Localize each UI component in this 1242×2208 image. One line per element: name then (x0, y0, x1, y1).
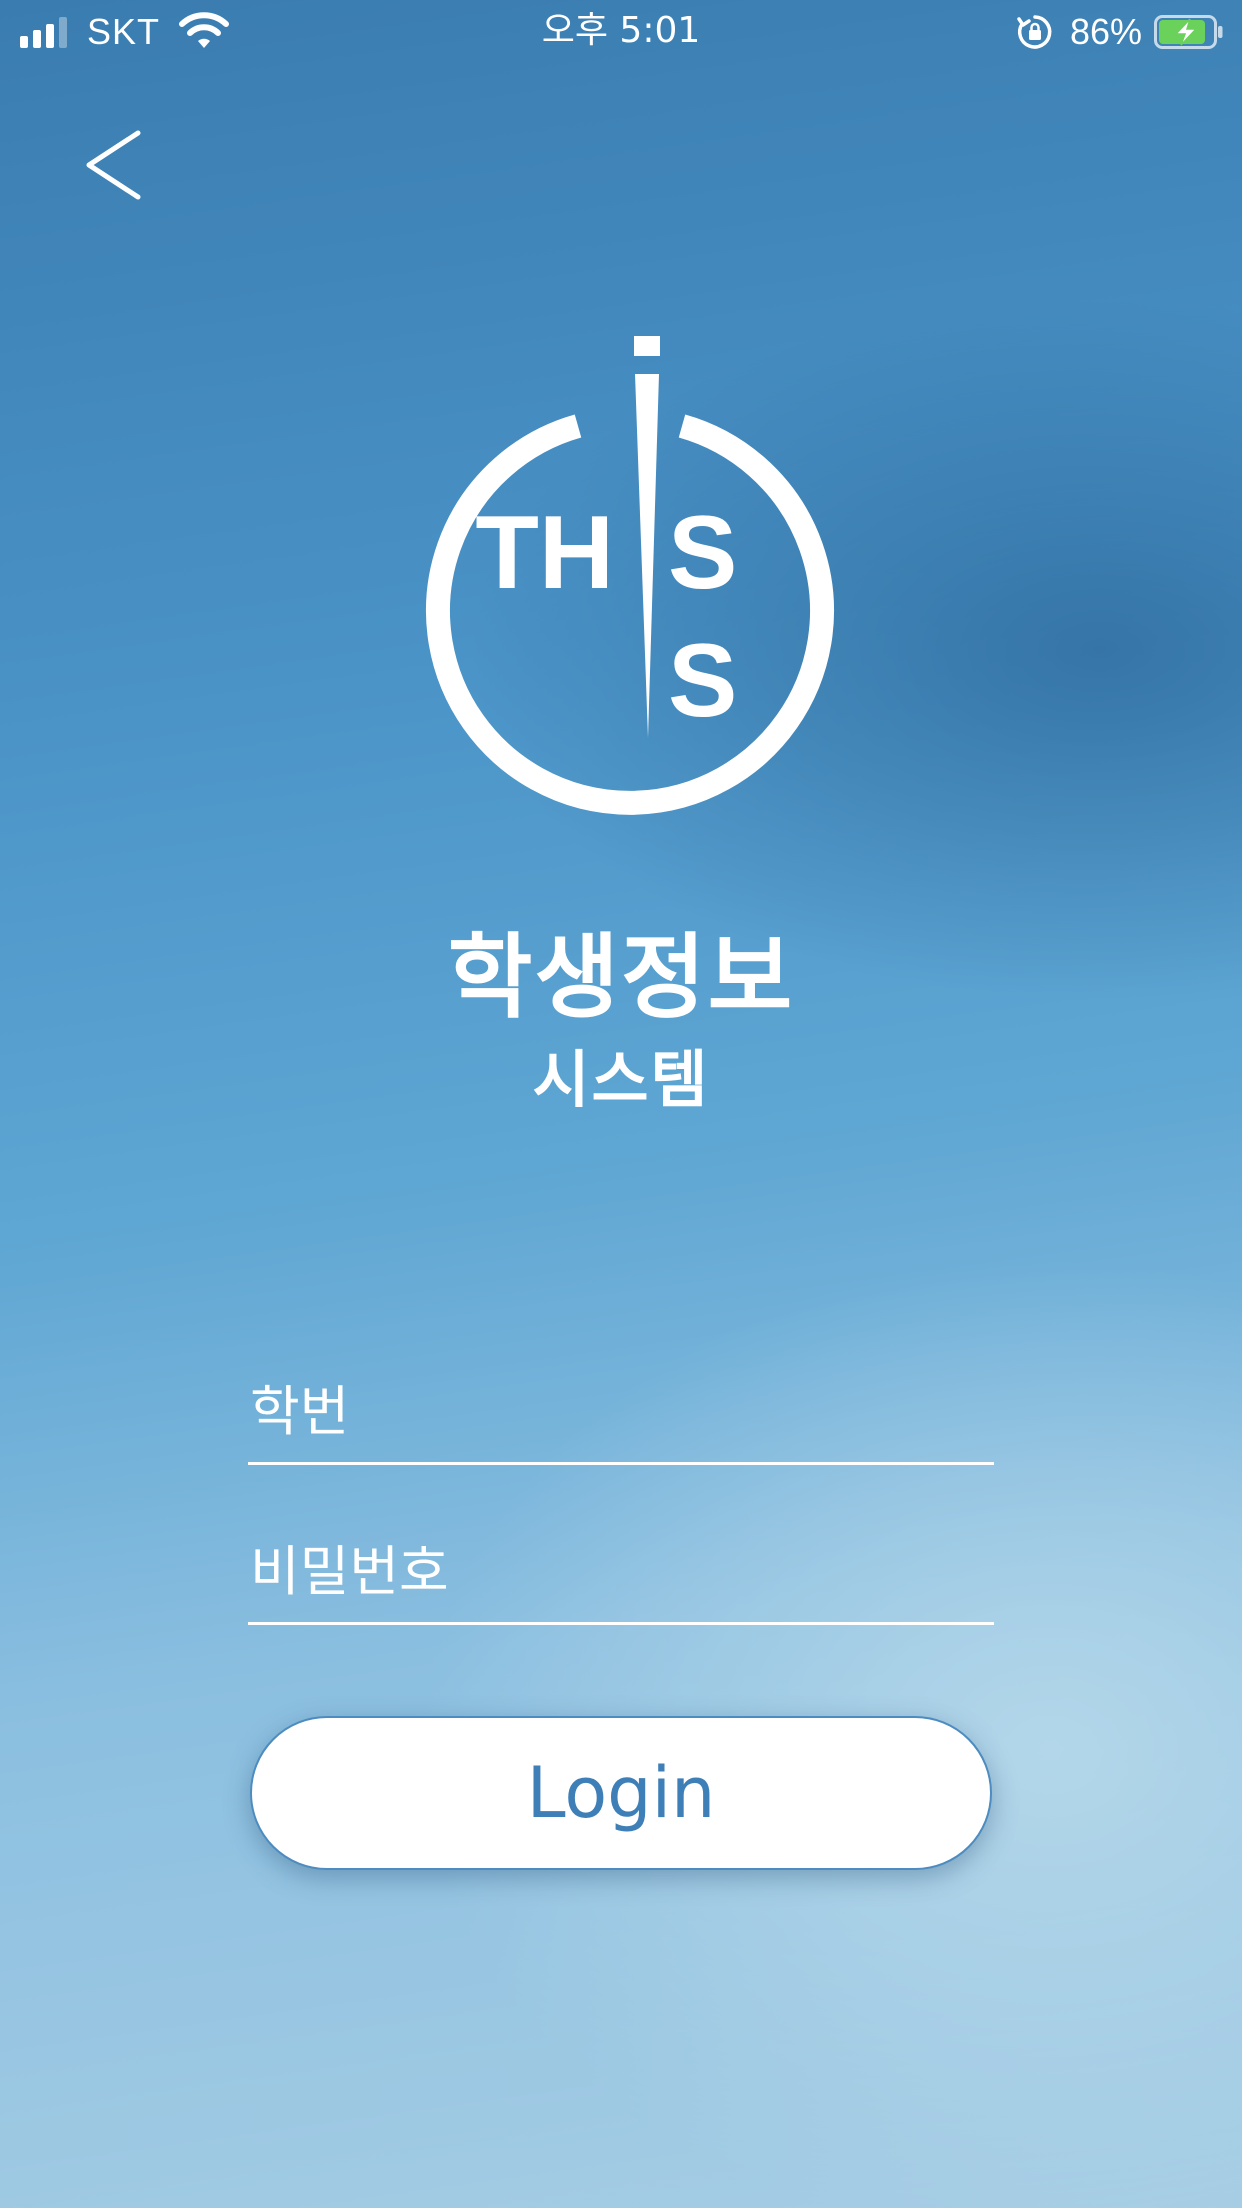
back-button[interactable] (72, 120, 162, 210)
battery-charging-icon (1154, 15, 1223, 49)
battery-percent: 86% (1069, 11, 1142, 52)
chevron-left-icon (86, 130, 141, 200)
logo-letter-s-bottom: S (668, 623, 737, 739)
password-field (248, 1526, 994, 1625)
orientation-lock-icon (1017, 15, 1052, 49)
login-button[interactable]: Login (250, 1716, 992, 1870)
this-logo-icon: TH S S (426, 336, 834, 815)
logo-letter-s-top: S (668, 495, 737, 611)
student-id-input[interactable] (250, 1376, 980, 1446)
app-title: 학생정보 (447, 924, 795, 1031)
app-subtitle: 시스템 (532, 1043, 710, 1116)
student-id-field (248, 1366, 994, 1465)
password-input[interactable] (250, 1536, 980, 1606)
status-bar-right: 86% (1016, 10, 1224, 54)
logo-letters-th: TH (475, 495, 614, 611)
status-bar: SKT 오후 5:01 86% (0, 0, 1242, 64)
